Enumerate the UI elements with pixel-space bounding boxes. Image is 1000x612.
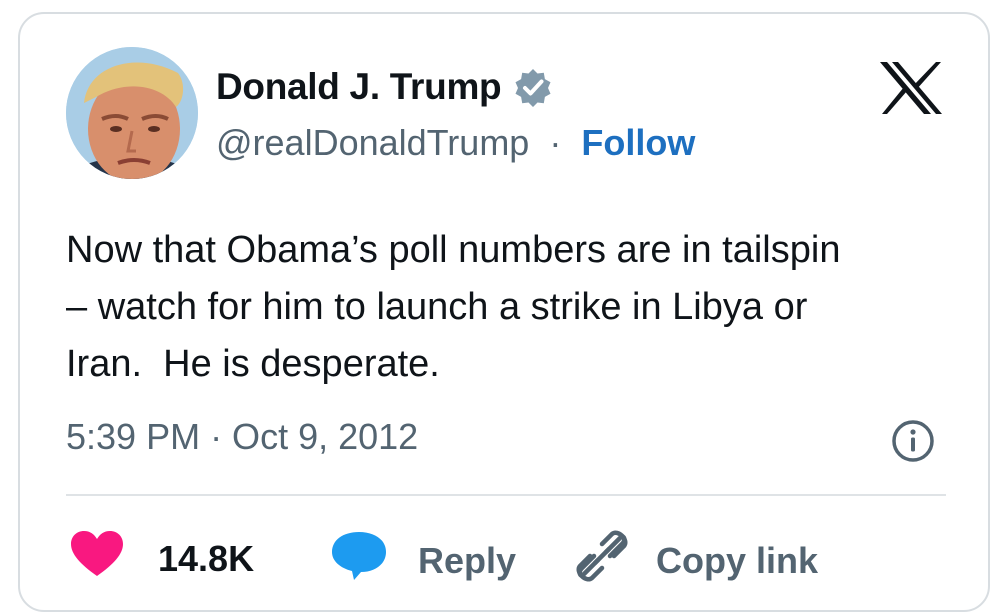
link-icon bbox=[576, 530, 628, 591]
avatar[interactable] bbox=[66, 47, 198, 179]
tweet-text: Now that Obama’s poll numbers are in tai… bbox=[66, 229, 841, 385]
author-name-row: Donald J. Trump bbox=[216, 62, 553, 112]
handle-separator: · bbox=[549, 122, 562, 163]
follow-button[interactable]: Follow bbox=[581, 122, 695, 163]
divider bbox=[66, 494, 946, 496]
tweet-timestamp[interactable]: 5:39 PM · Oct 9, 2012 bbox=[66, 416, 418, 458]
copy-link-label: Copy link bbox=[656, 539, 819, 581]
like-button[interactable]: 14.8K bbox=[70, 530, 254, 587]
reply-label: Reply bbox=[418, 539, 517, 581]
copy-link-button[interactable]: Copy link bbox=[576, 530, 818, 591]
verified-badge-icon bbox=[513, 67, 553, 107]
author-handle[interactable]: @realDonaldTrump bbox=[216, 122, 529, 163]
author-handle-row: @realDonaldTrump · Follow bbox=[216, 122, 695, 164]
x-logo-icon[interactable] bbox=[878, 60, 944, 116]
author-name[interactable]: Donald J. Trump bbox=[216, 66, 502, 108]
info-icon[interactable] bbox=[890, 418, 936, 464]
reply-bubble-icon bbox=[330, 530, 388, 591]
heart-icon bbox=[70, 530, 124, 587]
like-count: 14.8K bbox=[158, 537, 255, 579]
reply-button[interactable]: Reply bbox=[330, 530, 516, 591]
